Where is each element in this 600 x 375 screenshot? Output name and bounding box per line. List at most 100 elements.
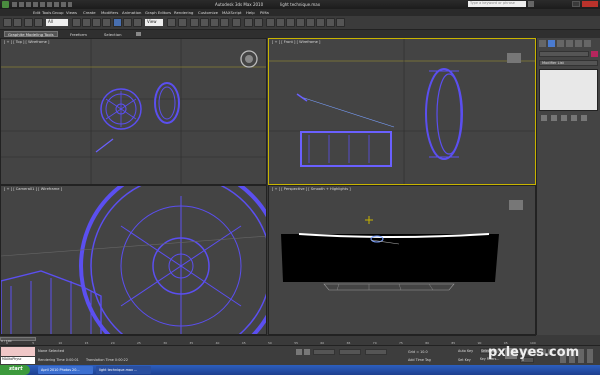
menu-graph-editors[interactable]: Graph Editors [145,10,171,15]
reference-coord-label: View [147,19,157,24]
render-teapot-icon[interactable] [336,18,345,27]
translation-time: Translation Time 0:00:22 [86,358,128,362]
add-time-tag[interactable]: Add Time Tag [408,358,431,362]
timeline[interactable]: 0 / 100 0 5 10 15 20 25 30 35 40 45 50 55 60 65 70 75 80… [0,335,536,345]
unlink-icon[interactable] [34,18,43,27]
redo-icon[interactable] [13,18,22,27]
window-crossing-icon[interactable] [102,18,111,27]
coord-z-field[interactable] [365,349,387,355]
ribbon-tab-selection[interactable]: Selection [104,32,122,37]
menu-rendering[interactable]: Rendering [174,10,193,15]
modifier-stack[interactable] [539,69,598,111]
file-name: light technique.max [280,2,321,7]
camera-view-wireframe [1,186,266,334]
start-button[interactable]: start [0,365,30,375]
selection-filter-dropdown[interactable]: All [46,19,68,26]
menu-help[interactable]: Help [246,10,255,15]
select-icon[interactable] [72,18,81,27]
pivot-icon[interactable] [167,18,176,27]
spinner-snap-icon[interactable] [220,18,229,27]
menu-bar: Edit Tools Group Views Create Modifiers … [0,9,600,16]
viewport-camera[interactable]: [ + ] [ Camera01 ] [ Wireframe ] [0,185,267,335]
modify-tab-icon[interactable] [548,40,555,47]
material-editor-icon[interactable] [306,18,315,27]
rendered-frame-icon[interactable] [326,18,335,27]
align-icon[interactable] [254,18,263,27]
mirror-icon[interactable] [244,18,253,27]
menu-pima[interactable]: PiMa [260,10,269,15]
viewport-front[interactable]: [ + ] [ Front ] [ Wireframe ] [268,38,536,185]
configure-modifier-sets-icon[interactable] [581,115,587,121]
menu-tools[interactable]: Tools [42,10,51,15]
taskbar-item-photos[interactable]: April 2010 Photos 20... [38,366,93,374]
main-toolbar: All View [0,16,600,30]
top-view-wireframe [1,39,266,184]
selection-status: None Selected [38,349,65,353]
ribbon-menu-icon[interactable] [136,32,141,36]
render-setup-icon[interactable] [316,18,325,27]
select-by-name-icon[interactable] [82,18,91,27]
menu-edit[interactable]: Edit [33,10,40,15]
layer-manager-icon[interactable] [266,18,275,27]
menu-group[interactable]: Group [52,10,64,15]
menu-modifiers[interactable]: Modifiers [101,10,118,15]
rect-select-icon[interactable] [92,18,101,27]
windows-taskbar: start April 2010 Photos 20... light tech… [0,365,600,375]
undo-icon[interactable] [3,18,12,27]
maxscript-output[interactable]: MAXtoPhysc [1,357,35,364]
modifier-list-dropdown[interactable]: Modifier List [539,60,598,66]
ribbon: Graphite Modeling Tools Freeform Selecti… [0,30,600,38]
motion-tab-icon[interactable] [566,40,573,47]
angle-snap-icon[interactable] [200,18,209,27]
search-icon[interactable] [528,1,534,7]
reference-coord-dropdown[interactable]: View [145,19,163,26]
lock-selection-icon[interactable] [296,349,302,355]
rotate-icon[interactable] [123,18,132,27]
ribbon-title-tab[interactable]: Graphite Modeling Tools [4,31,58,37]
transform-mode-icon[interactable] [304,349,310,355]
perspective-view-render [281,200,523,291]
scale-icon[interactable] [133,18,142,27]
minimize-button[interactable] [572,1,580,7]
link-icon[interactable] [24,18,33,27]
viewport-perspective[interactable]: [ + ] [ Perspective ] [ Smooth + Highlig… [268,185,536,335]
move-icon[interactable] [113,18,122,27]
close-button[interactable] [582,1,598,7]
pin-stack-icon[interactable] [541,115,547,121]
object-name-field[interactable] [539,51,589,57]
quick-access-icons[interactable] [12,2,72,7]
coord-x-field[interactable] [313,349,335,355]
display-tab-icon[interactable] [575,40,582,47]
menu-views[interactable]: Views [66,10,77,15]
search-input[interactable]: Type a keyword or phrase [468,1,526,7]
schematic-view-icon[interactable] [296,18,305,27]
grid-size: Grid = 10.0 [408,350,428,354]
show-end-result-icon[interactable] [551,115,557,121]
menu-customize[interactable]: Customize [198,10,218,15]
percent-snap-icon[interactable] [210,18,219,27]
object-color-swatch[interactable] [591,51,598,57]
ribbon-tab-freeform[interactable]: Freeform [70,32,87,37]
set-key-label: Set Key [458,358,471,362]
menu-maxscript[interactable]: MAXScript [222,10,242,15]
app-logo-icon[interactable] [2,1,9,8]
curve-editor-icon[interactable] [286,18,295,27]
coord-y-field[interactable] [339,349,361,355]
menu-create[interactable]: Create [83,10,96,15]
menu-animation[interactable]: Animation [122,10,141,15]
named-selection-icon[interactable] [232,18,241,27]
maxscript-listener[interactable] [1,347,35,356]
graphite-toggle-icon[interactable] [276,18,285,27]
taskbar-item-3dsmax[interactable]: light technique.max ... [96,366,151,374]
snap-icon[interactable] [190,18,199,27]
auto-key-label: Auto Key [458,349,474,353]
command-panel: Modifier List [536,38,600,335]
rendering-time: Rendering Time 0:00:01 [38,358,79,362]
viewport-top[interactable]: [ + ] [ Top ] [ Wireframe ] [0,38,267,185]
hierarchy-tab-icon[interactable] [557,40,564,47]
utilities-tab-icon[interactable] [584,40,591,47]
create-tab-icon[interactable] [539,40,546,47]
remove-modifier-icon[interactable] [571,115,577,121]
make-unique-icon[interactable] [561,115,567,121]
manipulate-icon[interactable] [178,18,187,27]
